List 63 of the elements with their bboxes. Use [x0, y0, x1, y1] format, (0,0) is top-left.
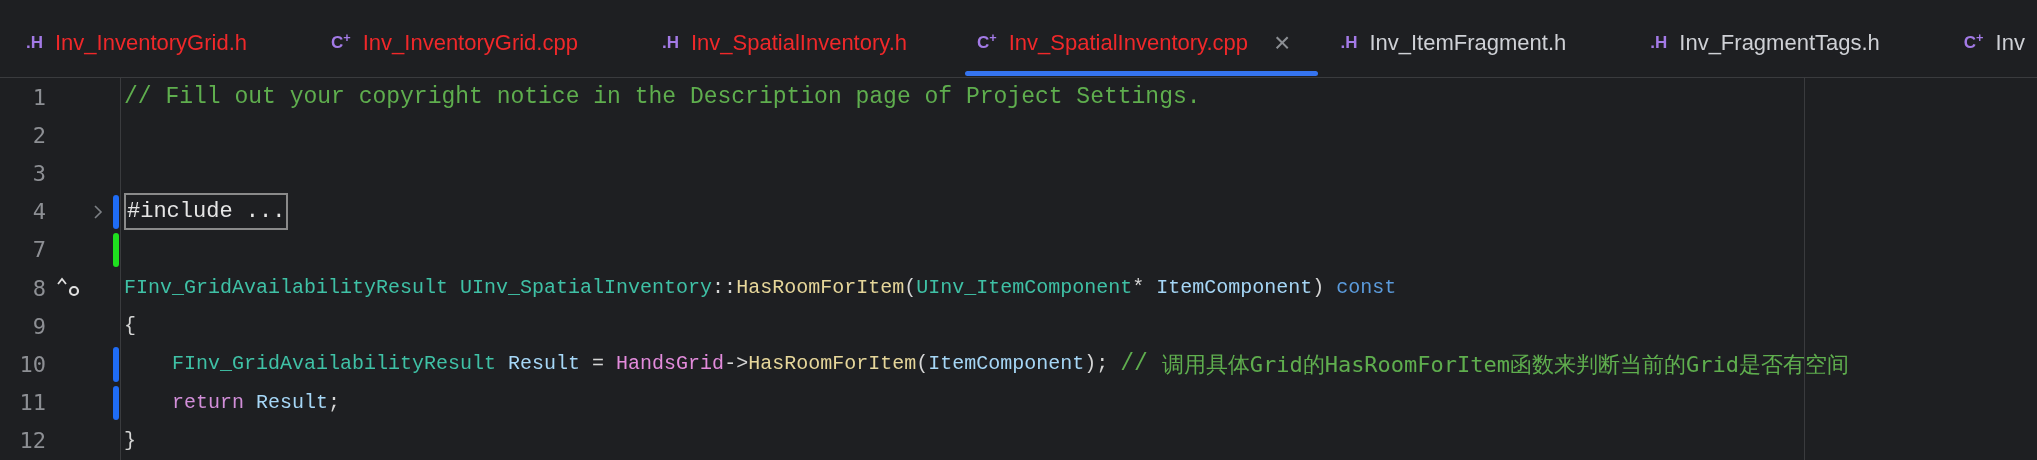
- tab-label: Inv_SpatialInventory.cpp: [1008, 29, 1249, 57]
- tab-label: Inv_FragmentTags.h: [1679, 29, 1880, 57]
- tab-label: Inv_InventoryGrid.h: [55, 29, 247, 57]
- code-token: Result: [508, 351, 581, 378]
- code-token: ;: [328, 389, 341, 416]
- file-type-icon: .H: [1650, 34, 1668, 51]
- modified-change-marker[interactable]: [113, 385, 119, 420]
- file-type-icon: C$^{+}$: [977, 34, 997, 51]
- code-token: ): [1312, 275, 1326, 302]
- code-comment: //: [1120, 350, 1149, 380]
- code-token: {: [124, 313, 136, 340]
- code-token: return: [171, 389, 246, 416]
- line-number: 1: [31, 83, 46, 112]
- code-token: const: [1336, 275, 1397, 302]
- code-token: }: [124, 427, 136, 454]
- tab-label: Inv: [1995, 29, 2025, 57]
- line-number: 7: [31, 236, 46, 265]
- code-token: UInv_ItemComponent: [916, 275, 1133, 302]
- editor-tab[interactable]: C$^{+}$ Inv: [1937, 8, 2037, 77]
- code-token: (: [916, 351, 929, 378]
- code-comment: // Fill out your copyright notice in the Description page of Project Settings.: [124, 82, 1201, 112]
- editor-tab[interactable]: .H Inv_FragmentTags.h: [1624, 8, 1938, 77]
- tab-label: Inv_InventoryGrid.cpp: [362, 29, 578, 57]
- code-token: ItemComponent: [1156, 275, 1313, 302]
- line-number: 3: [31, 159, 46, 188]
- code-token: (: [904, 275, 917, 302]
- code-token: FInv_GridAvailabilityResult UInv_SpatialInventory: [124, 275, 713, 302]
- modified-change-marker[interactable]: [113, 194, 119, 229]
- added-change-marker[interactable]: [113, 232, 119, 267]
- code-token: );: [1084, 351, 1110, 378]
- code-token: HandsGrid: [616, 351, 725, 378]
- code-comment: 调用具体Grid的HasRoomForItem函数来判断当前的Grid是否有空间: [1161, 350, 1850, 379]
- code-token: ->: [724, 351, 749, 378]
- file-type-icon: C$^{+}$: [1963, 34, 1984, 51]
- line-number: 9: [31, 312, 46, 341]
- code-token: *: [1132, 275, 1146, 302]
- code-token: ItemComponent: [928, 351, 1085, 378]
- code-token: HasRoomForItem: [736, 275, 905, 302]
- code-token: FInv_GridAvailabilityResult: [171, 351, 498, 378]
- line-number: 8: [31, 274, 46, 303]
- code-token: HasRoomForItem: [748, 351, 917, 378]
- line-number: 12: [18, 427, 46, 456]
- editor-tab[interactable]: .H Inv_InventoryGrid.h: [0, 8, 305, 77]
- line-number: 10: [18, 350, 46, 379]
- code-token: =: [591, 351, 606, 378]
- code-token: ::: [712, 275, 737, 302]
- file-type-icon: .H: [661, 34, 679, 51]
- tab-label: Inv_ItemFragment.h: [1369, 29, 1567, 57]
- editor-tab[interactable]: C$^{+}$ Inv_InventoryGrid.cpp: [305, 8, 636, 77]
- editor-tab[interactable]: .H Inv_ItemFragment.h: [1314, 8, 1625, 77]
- file-type-icon: .H: [26, 34, 43, 51]
- file-type-icon: .H: [1340, 34, 1358, 51]
- close-icon[interactable]: ×: [1274, 28, 1291, 57]
- fold-chevron-icon[interactable]: [93, 203, 103, 220]
- modified-change-marker[interactable]: [113, 347, 119, 382]
- folded-code-block[interactable]: #include ...: [124, 193, 289, 231]
- file-type-icon: C$^{+}$: [331, 34, 351, 51]
- line-number: 2: [31, 121, 46, 150]
- tab-label: Inv_SpatialInventory.h: [690, 29, 907, 57]
- line-number: 4: [31, 198, 46, 227]
- editor-tab[interactable]: .H Inv_SpatialInventory.h: [635, 8, 965, 77]
- line-number: 11: [18, 389, 46, 418]
- code-token: Result: [256, 389, 329, 416]
